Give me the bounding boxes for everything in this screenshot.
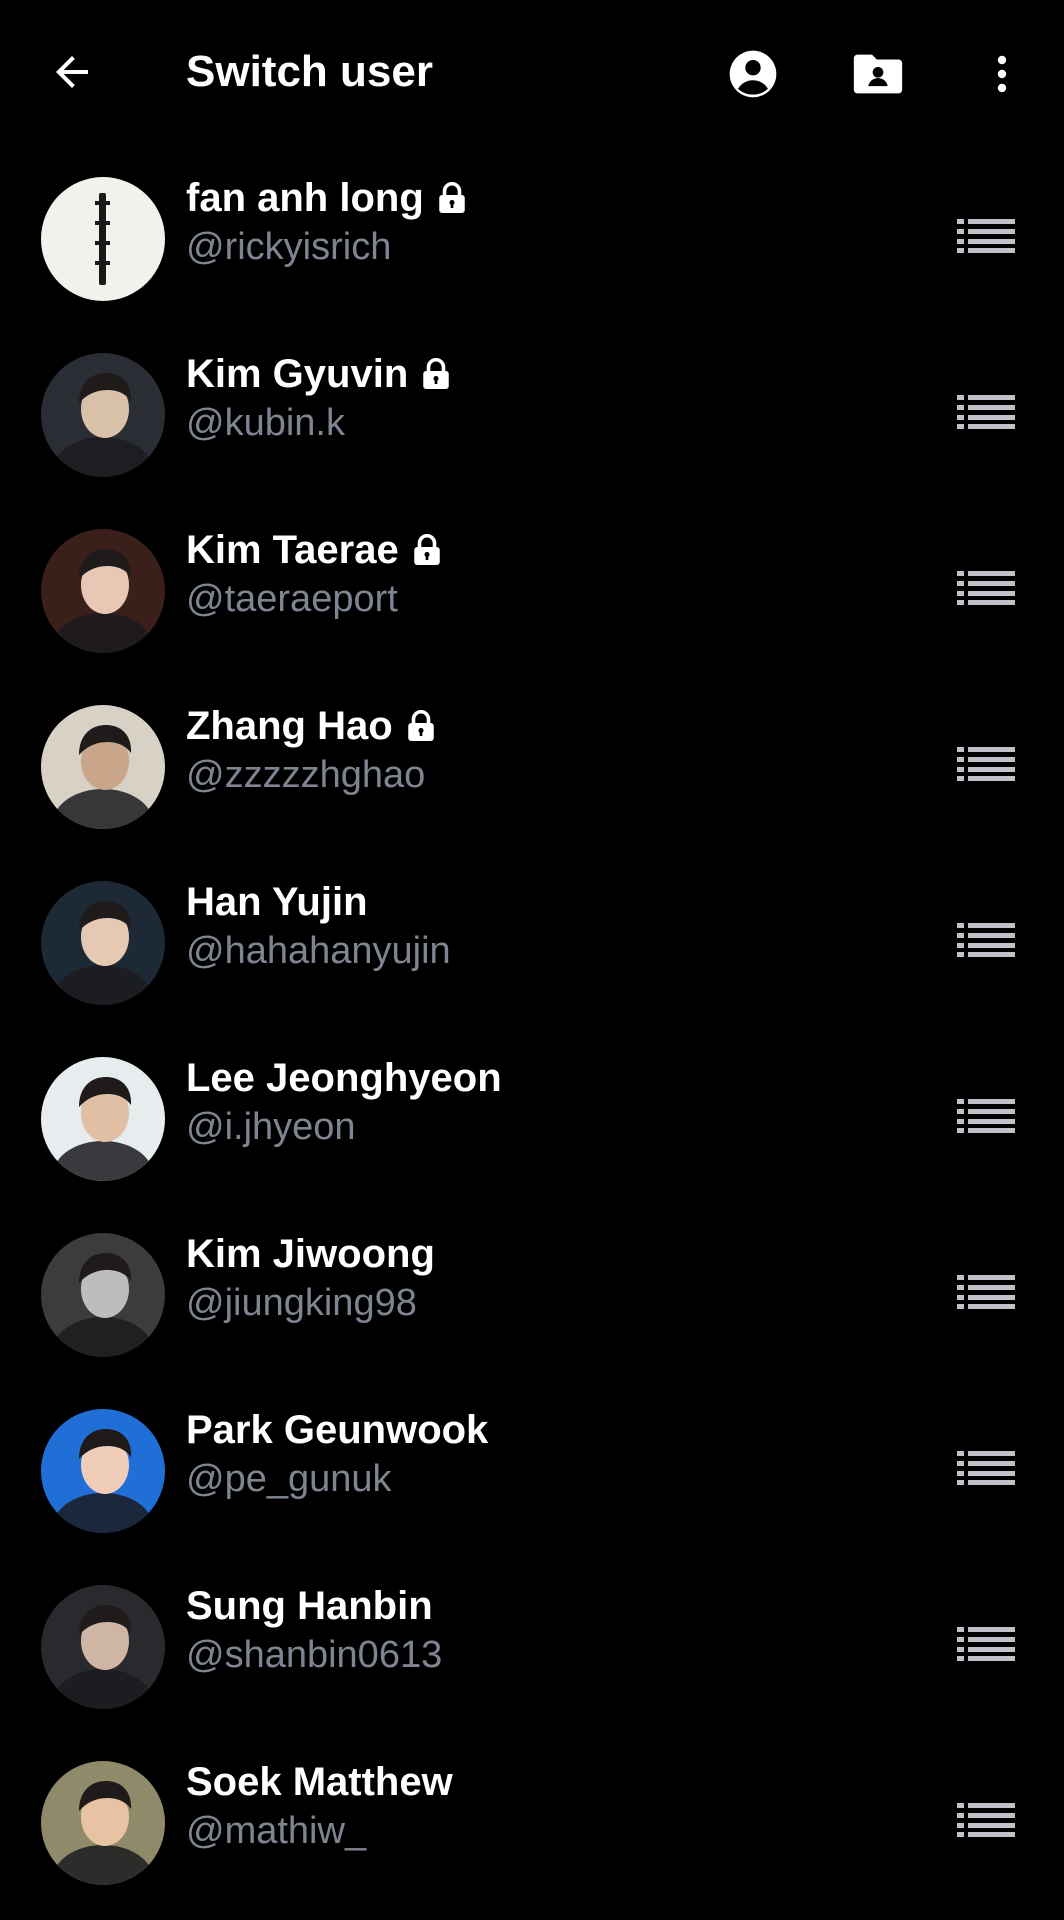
user-lists-button[interactable]	[950, 208, 1022, 268]
list-icon	[957, 922, 1015, 962]
user-name-line: Han Yujin	[186, 876, 368, 928]
user-row[interactable]: Kim Taerae @taeraeport	[0, 504, 1064, 680]
account-circle-icon	[725, 46, 781, 107]
lock-icon	[434, 180, 470, 216]
avatar	[41, 1409, 165, 1533]
avatar	[41, 529, 165, 653]
user-handle: @shanbin0613	[186, 1634, 443, 1676]
user-display-name: Sung Hanbin	[186, 1584, 433, 1628]
user-handle: @mathiw_	[186, 1810, 367, 1852]
list-icon	[957, 1626, 1015, 1666]
folder-user-icon	[849, 45, 907, 108]
more-vert-icon	[978, 50, 1026, 103]
user-lists-button[interactable]	[950, 1088, 1022, 1148]
user-lists-button[interactable]	[950, 384, 1022, 444]
list-icon	[957, 1450, 1015, 1490]
user-lists-button[interactable]	[950, 912, 1022, 972]
user-display-name: Kim Jiwoong	[186, 1232, 435, 1276]
user-name-line: Soek Matthew	[186, 1756, 453, 1808]
user-handle: @jiungking98	[186, 1282, 417, 1324]
avatar	[41, 1057, 165, 1181]
user-handle: @i.jhyeon	[186, 1106, 356, 1148]
user-row[interactable]: Han Yujin @hahahanyujin	[0, 856, 1064, 1032]
avatar	[41, 353, 165, 477]
user-row[interactable]: Soek Matthew @mathiw_	[0, 1736, 1064, 1912]
user-display-name: Kim Taerae	[186, 528, 399, 572]
user-lists-button[interactable]	[950, 1616, 1022, 1676]
avatar	[41, 1761, 165, 1885]
top-app-bar: Switch user	[0, 0, 1064, 148]
avatar	[41, 1585, 165, 1709]
list-icon	[957, 746, 1015, 786]
avatar	[41, 705, 165, 829]
user-row[interactable]: Sung Hanbin @shanbin0613	[0, 1560, 1064, 1736]
user-name-line: Park Geunwook	[186, 1404, 488, 1456]
lock-icon	[418, 356, 454, 392]
user-name-line: Kim Taerae	[186, 524, 445, 576]
user-display-name: Han Yujin	[186, 880, 368, 924]
user-lists-button[interactable]	[950, 1792, 1022, 1852]
back-arrow-icon	[48, 48, 96, 101]
user-name-line: Kim Jiwoong	[186, 1228, 435, 1280]
user-lists-button[interactable]	[950, 736, 1022, 796]
lock-icon	[403, 708, 439, 744]
user-handle: @taeraeport	[186, 578, 398, 620]
user-name-line: fan anh long	[186, 172, 470, 224]
user-row[interactable]: fan anh long @rickyisrich	[0, 152, 1064, 328]
lock-icon	[409, 532, 445, 568]
user-row[interactable]: Kim Jiwoong @jiungking98	[0, 1208, 1064, 1384]
more-options-button[interactable]	[972, 46, 1032, 106]
user-display-name: Soek Matthew	[186, 1760, 453, 1804]
user-handle: @pe_gunuk	[186, 1458, 392, 1500]
user-lists-button[interactable]	[950, 1264, 1022, 1324]
user-display-name: Kim Gyuvin	[186, 352, 409, 396]
user-display-name: fan anh long	[186, 176, 424, 220]
user-display-name: Lee Jeonghyeon	[186, 1056, 502, 1100]
user-name-line: Zhang Hao	[186, 700, 439, 752]
user-lists-button[interactable]	[950, 1440, 1022, 1500]
user-handle: @hahahanyujin	[186, 930, 451, 972]
page-title: Switch user	[186, 47, 433, 96]
back-button[interactable]	[44, 46, 100, 102]
user-row[interactable]: Zhang Hao @zzzzzhghao	[0, 680, 1064, 856]
user-lists-button[interactable]	[950, 560, 1022, 620]
user-name-line: Lee Jeonghyeon	[186, 1052, 502, 1104]
list-icon	[957, 1802, 1015, 1842]
user-handle: @zzzzzhghao	[186, 754, 426, 796]
avatar	[41, 881, 165, 1005]
user-name-line: Kim Gyuvin	[186, 348, 454, 400]
user-row[interactable]: Park Geunwook @pe_gunuk	[0, 1384, 1064, 1560]
user-row[interactable]: Kim Gyuvin @kubin.k	[0, 328, 1064, 504]
account-button[interactable]	[723, 46, 783, 106]
user-display-name: Zhang Hao	[186, 704, 393, 748]
avatar	[41, 177, 165, 301]
user-name-line: Sung Hanbin	[186, 1580, 433, 1632]
avatar	[41, 1233, 165, 1357]
folder-user-button[interactable]	[848, 46, 908, 106]
user-handle: @rickyisrich	[186, 226, 392, 268]
list-icon	[957, 1098, 1015, 1138]
user-handle: @kubin.k	[186, 402, 345, 444]
list-icon	[957, 394, 1015, 434]
user-display-name: Park Geunwook	[186, 1408, 489, 1452]
list-icon	[957, 1274, 1015, 1314]
list-icon	[957, 218, 1015, 258]
list-icon	[957, 570, 1015, 610]
user-row[interactable]: Lee Jeonghyeon @i.jhyeon	[0, 1032, 1064, 1208]
